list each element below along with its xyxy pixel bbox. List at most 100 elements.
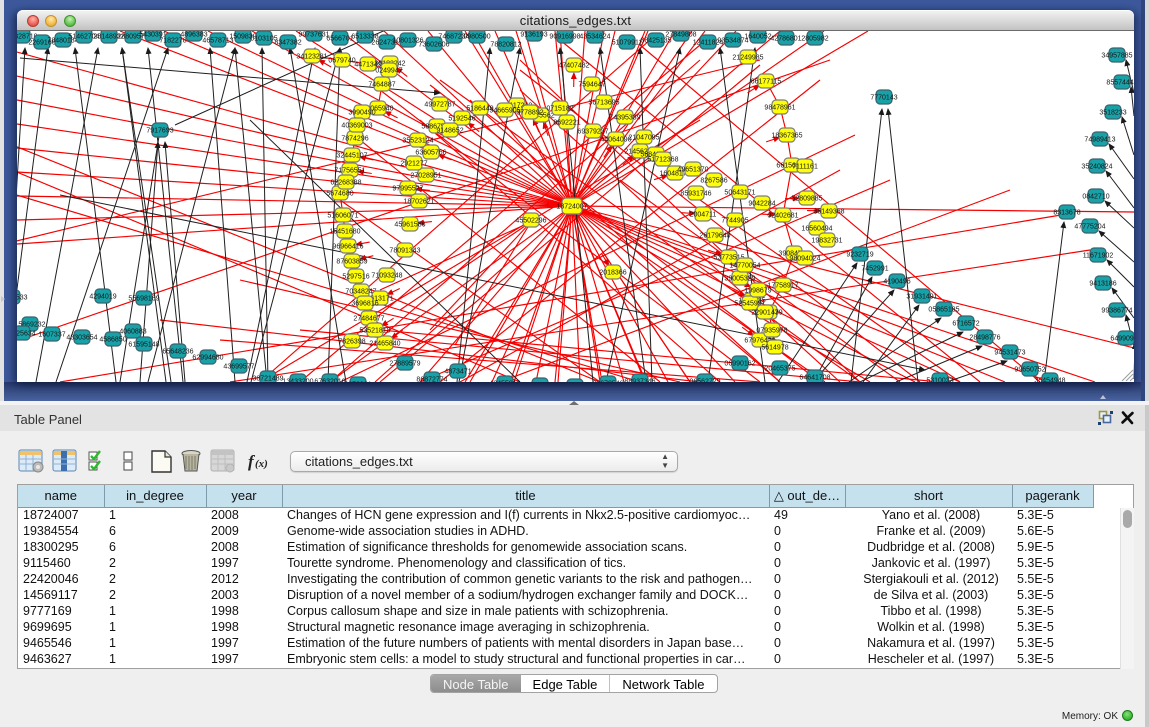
svg-text:06562729: 06562729 bbox=[689, 379, 720, 383]
svg-text:42786801: 42786801 bbox=[770, 36, 801, 43]
svg-text:5310033: 5310033 bbox=[926, 378, 953, 383]
svg-text:8692221: 8692221 bbox=[553, 120, 580, 127]
svg-text:16560494: 16560494 bbox=[801, 226, 832, 233]
svg-text:2290147: 2290147 bbox=[751, 310, 778, 317]
svg-text:0679740: 0679740 bbox=[328, 58, 355, 65]
svg-text:26179640: 26179640 bbox=[699, 233, 730, 240]
svg-text:55698169: 55698169 bbox=[128, 296, 159, 303]
svg-text:5297516: 5297516 bbox=[342, 274, 369, 281]
svg-text:5192546: 5192546 bbox=[448, 116, 475, 123]
svg-text:20465375: 20465375 bbox=[764, 366, 795, 373]
svg-text:2018366: 2018366 bbox=[599, 270, 626, 277]
svg-text:2805982: 2805982 bbox=[801, 36, 828, 43]
svg-text:18702621: 18702621 bbox=[403, 199, 434, 206]
svg-text:73602606: 73602606 bbox=[418, 42, 449, 49]
svg-text:54665905: 54665905 bbox=[489, 108, 520, 115]
svg-text:1998679: 1998679 bbox=[744, 288, 771, 295]
svg-text:7464887: 7464887 bbox=[368, 82, 395, 89]
svg-text:18724007: 18724007 bbox=[556, 204, 587, 211]
svg-text:0249947: 0249947 bbox=[375, 68, 402, 75]
svg-text:09670546: 09670546 bbox=[592, 381, 623, 383]
svg-text:2004711: 2004711 bbox=[690, 212, 717, 219]
svg-text:7917693: 7917693 bbox=[146, 128, 173, 135]
svg-text:28498776: 28498776 bbox=[969, 335, 1000, 342]
svg-text:50643171: 50643171 bbox=[724, 190, 755, 197]
svg-text:18367365: 18367365 bbox=[771, 133, 802, 140]
svg-text:7770143: 7770143 bbox=[870, 95, 897, 102]
svg-text:63605766: 63605766 bbox=[415, 150, 446, 157]
svg-text:02402681: 02402681 bbox=[767, 213, 798, 220]
svg-text:85931746: 85931746 bbox=[680, 191, 711, 198]
svg-text:65648236: 65648236 bbox=[162, 349, 193, 356]
svg-text:35523124: 35523124 bbox=[402, 138, 433, 145]
svg-text:64641708: 64641708 bbox=[799, 375, 830, 382]
svg-text:27484677: 27484677 bbox=[353, 316, 384, 323]
svg-text:40369003: 40369003 bbox=[341, 123, 372, 130]
svg-text:7452991: 7452991 bbox=[861, 266, 888, 273]
svg-text:39005329: 39005329 bbox=[724, 276, 755, 283]
svg-text:51606071: 51606071 bbox=[327, 213, 358, 220]
svg-text:1640052: 1640052 bbox=[744, 34, 771, 41]
svg-text:27849808: 27849808 bbox=[665, 32, 696, 39]
svg-text:64990913: 64990913 bbox=[1110, 336, 1134, 343]
svg-text:8313678: 8313678 bbox=[1053, 210, 1080, 217]
svg-text:52809885: 52809885 bbox=[791, 196, 822, 203]
svg-text:47775204: 47775204 bbox=[1074, 224, 1105, 231]
svg-text:49651370: 49651370 bbox=[677, 167, 708, 174]
svg-text:9148652: 9148652 bbox=[436, 128, 463, 135]
svg-text:98478961: 98478961 bbox=[764, 105, 795, 112]
svg-text:62994680: 62994680 bbox=[192, 355, 223, 362]
svg-text:5186449: 5186449 bbox=[466, 106, 493, 113]
svg-text:43534624: 43534624 bbox=[579, 34, 610, 41]
svg-text:2870831: 2870831 bbox=[344, 382, 371, 383]
svg-text:43455812: 43455812 bbox=[489, 381, 520, 383]
svg-text:07935978: 07935978 bbox=[756, 328, 787, 335]
svg-text:87603859: 87603859 bbox=[336, 259, 367, 266]
svg-text:21047095: 21047095 bbox=[628, 135, 659, 142]
svg-text:5674680: 5674680 bbox=[326, 191, 353, 198]
svg-text:3696816: 3696816 bbox=[351, 301, 378, 308]
svg-text:1607337: 1607337 bbox=[38, 332, 65, 339]
svg-text:99737631: 99737631 bbox=[298, 32, 329, 39]
svg-text:7826398: 7826398 bbox=[338, 339, 365, 346]
svg-text:4190496: 4190496 bbox=[883, 279, 910, 286]
svg-text:21249985: 21249985 bbox=[732, 55, 763, 62]
svg-text:94531473: 94531473 bbox=[994, 350, 1025, 357]
svg-text:88937346: 88937346 bbox=[624, 379, 655, 383]
svg-text:13433200: 13433200 bbox=[282, 379, 313, 383]
svg-text:6566701: 6566701 bbox=[326, 36, 353, 43]
svg-text:90916998: 90916998 bbox=[549, 34, 580, 41]
svg-text:05865185: 05865185 bbox=[928, 307, 959, 314]
svg-text:17758917: 17758917 bbox=[767, 283, 798, 290]
svg-text:9413186: 9413186 bbox=[1089, 281, 1116, 288]
svg-text:4873471: 4873471 bbox=[444, 369, 471, 376]
svg-text:51712368: 51712368 bbox=[647, 157, 678, 164]
svg-text:7594647: 7594647 bbox=[578, 82, 605, 89]
svg-text:69379237: 69379237 bbox=[577, 129, 608, 136]
svg-text:35240824: 35240824 bbox=[1081, 164, 1112, 171]
svg-text:86872774: 86872774 bbox=[416, 377, 447, 383]
svg-text:97995527: 97995527 bbox=[392, 186, 423, 193]
svg-text:9042284: 9042284 bbox=[748, 201, 775, 208]
svg-text:8347382: 8347382 bbox=[274, 40, 301, 47]
svg-text:2921277: 2921277 bbox=[400, 161, 427, 168]
svg-text:78820812: 78820812 bbox=[490, 42, 521, 49]
svg-text:71756551: 71756551 bbox=[334, 168, 365, 175]
svg-text:4586850: 4586850 bbox=[99, 337, 126, 344]
svg-text:71093248: 71093248 bbox=[371, 273, 402, 280]
svg-text:43303654: 43303654 bbox=[66, 335, 97, 342]
svg-text:19832731: 19832731 bbox=[811, 238, 842, 245]
svg-text:51079911: 51079911 bbox=[612, 40, 643, 47]
svg-text:43699577: 43699577 bbox=[223, 364, 254, 371]
svg-text:99650752: 99650752 bbox=[1014, 367, 1045, 374]
svg-text:5614978: 5614978 bbox=[761, 345, 788, 352]
svg-text:74989413: 74989413 bbox=[1084, 137, 1115, 144]
svg-text:(x): (x) bbox=[255, 458, 268, 470]
svg-text:3518233: 3518233 bbox=[1099, 110, 1126, 117]
svg-text:27028951: 27028951 bbox=[410, 173, 441, 180]
svg-text:34957885: 34957885 bbox=[1101, 53, 1132, 60]
svg-text:85574443: 85574443 bbox=[1106, 80, 1134, 87]
svg-text:6025634: 6025634 bbox=[17, 331, 36, 338]
svg-text:53521818: 53521818 bbox=[359, 328, 390, 335]
svg-text:9136193: 9136193 bbox=[520, 32, 547, 39]
